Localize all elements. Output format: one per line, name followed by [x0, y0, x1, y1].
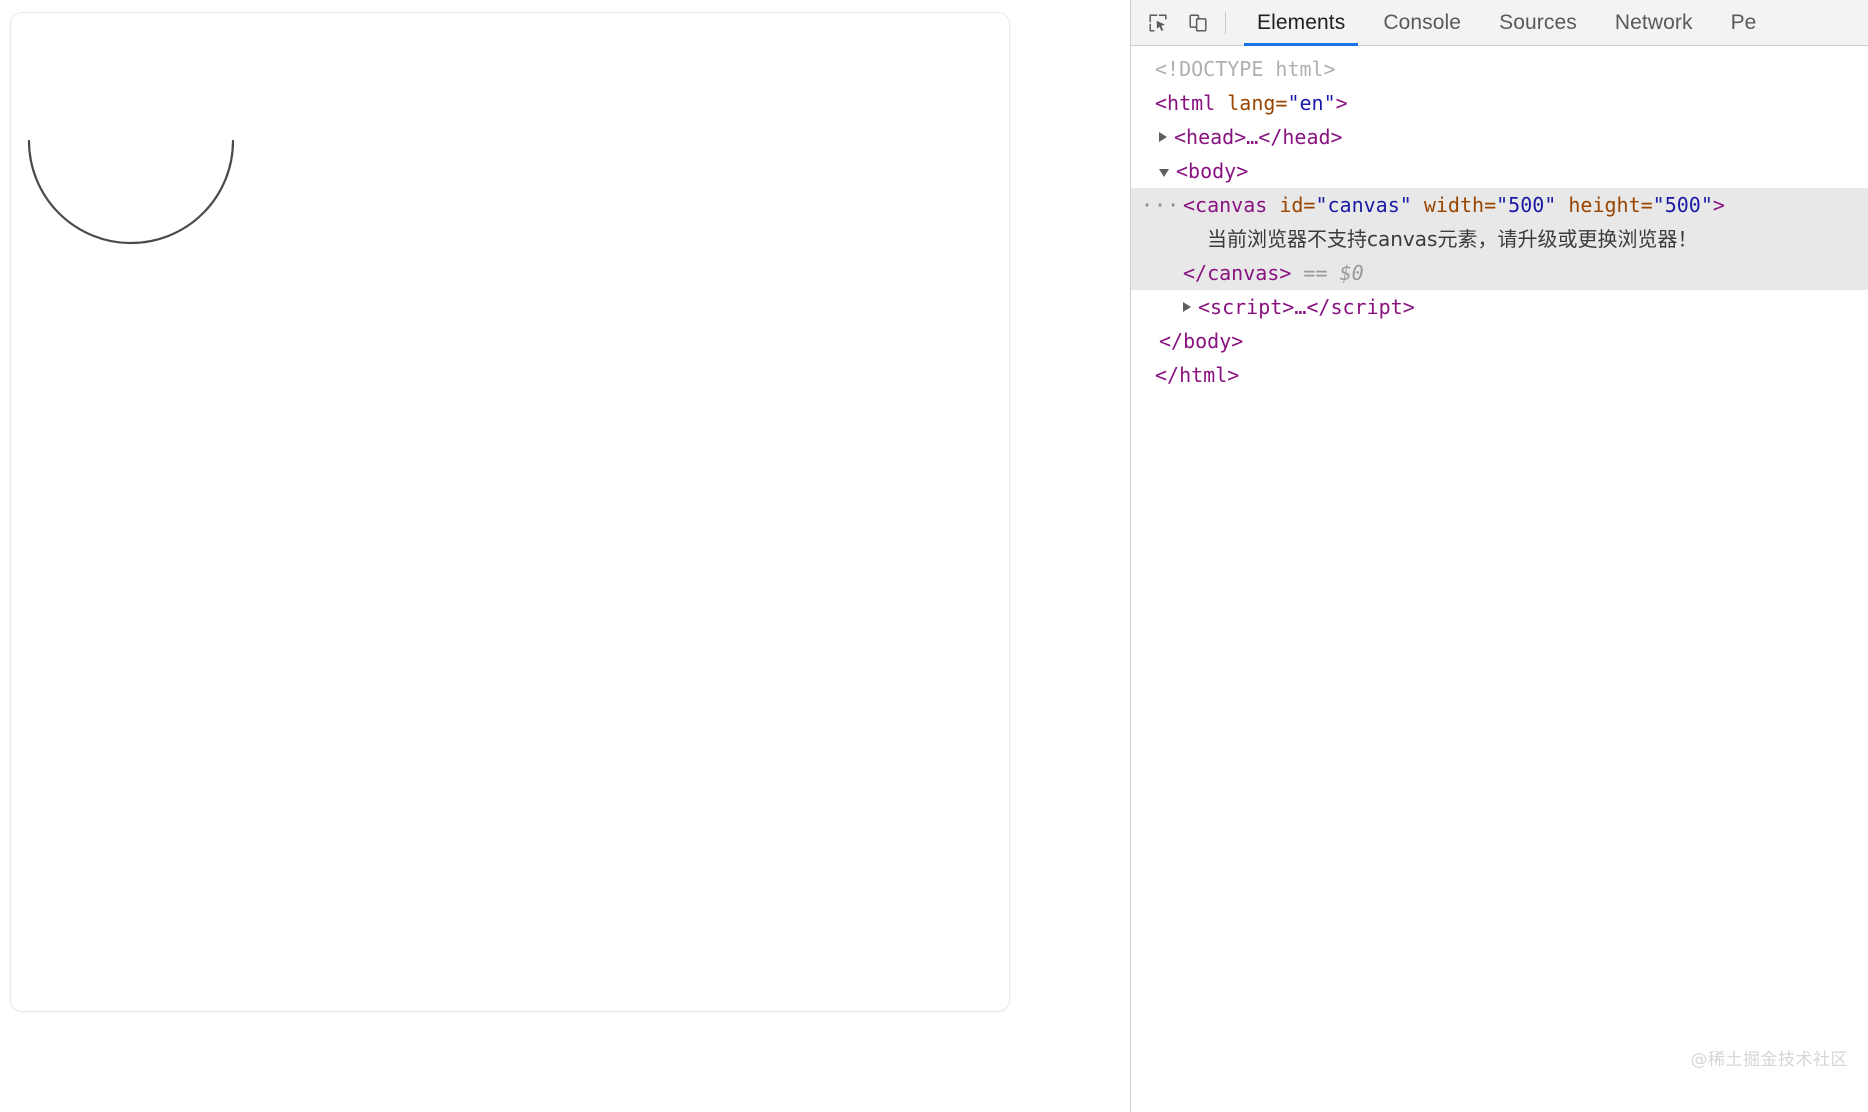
canvas-closing-tag: </canvas> — [1183, 261, 1292, 285]
body-closing-tag: </body> — [1159, 329, 1244, 353]
tab-elements[interactable]: Elements — [1238, 0, 1364, 46]
devtools-toolbar: Elements Console Sources Network Pe — [1131, 0, 1868, 46]
html-close-bracket: > — [1335, 91, 1348, 115]
space-1 — [1412, 193, 1424, 217]
dom-row-body[interactable]: <body> — [1131, 154, 1868, 188]
space-2 — [1556, 193, 1568, 217]
head-line-text: <head>…</head> — [1174, 125, 1343, 149]
canvas-height-value: "500" — [1652, 193, 1713, 217]
dom-row-html-close[interactable]: </html> — [1131, 358, 1868, 392]
canvas-id-attr: id — [1279, 193, 1304, 217]
dom-row-script[interactable]: <script>…</script> — [1131, 290, 1868, 324]
dom-row-head[interactable]: <head>…</head> — [1131, 120, 1868, 154]
dom-row-doctype[interactable]: <!DOCTYPE html> — [1131, 52, 1868, 86]
tab-network[interactable]: Network — [1596, 0, 1712, 46]
selected-node-reference: $0 — [1339, 261, 1364, 285]
canvas-arc-drawing — [27, 139, 235, 245]
dom-row-canvas-open[interactable]: ··· <canvas id="canvas" width="500" heigh… — [1131, 188, 1868, 222]
canvas-width-value: "500" — [1496, 193, 1557, 217]
tab-sources[interactable]: Sources — [1480, 0, 1596, 46]
tab-console[interactable]: Console — [1364, 0, 1480, 46]
canvas-height-attr: height — [1568, 193, 1641, 217]
canvas-fallback-text: 当前浏览器不支持canvas元素，请升级或更换浏览器！ — [1207, 227, 1698, 251]
toolbar-divider — [1225, 11, 1226, 34]
browser-page-viewport — [0, 0, 1130, 1112]
html-lang-value: "en" — [1287, 91, 1336, 115]
dom-row-body-close[interactable]: </body> — [1131, 324, 1868, 358]
devtools-tab-bar: Elements Console Sources Network Pe — [1238, 0, 1775, 46]
device-toolbar-icon[interactable] — [1181, 7, 1215, 39]
selected-node-equals: == — [1303, 261, 1328, 285]
space-4 — [1328, 261, 1340, 285]
chevron-right-icon[interactable] — [1159, 132, 1167, 142]
body-line-text: <body> — [1176, 159, 1249, 183]
equals-sign-width: = — [1484, 193, 1497, 217]
dom-row-html[interactable]: <html lang="en"> — [1131, 86, 1868, 120]
html-open-tag: <html — [1155, 91, 1228, 115]
canvas-open-tag: <canvas — [1183, 193, 1280, 217]
chevron-right-icon-script[interactable] — [1183, 302, 1191, 312]
equals-sign-id: = — [1303, 193, 1316, 217]
dom-row-canvas-text[interactable]: 当前浏览器不支持canvas元素，请升级或更换浏览器！ — [1131, 222, 1868, 256]
more-options-icon[interactable]: ··· — [1141, 195, 1180, 215]
script-line-text: <script>…</script> — [1198, 295, 1415, 319]
dom-row-canvas-close[interactable]: </canvas> == $0 — [1131, 256, 1868, 290]
chevron-down-icon[interactable] — [1159, 169, 1169, 177]
canvas-close-bracket: > — [1712, 193, 1725, 217]
tab-performance[interactable]: Pe — [1712, 0, 1776, 46]
canvas-element[interactable] — [10, 12, 1010, 1012]
dom-tree[interactable]: <!DOCTYPE html> <html lang="en"> <head>…… — [1131, 46, 1868, 1112]
space-3 — [1291, 261, 1303, 285]
canvas-id-value: "canvas" — [1315, 193, 1412, 217]
html-lang-attr: lang — [1227, 91, 1276, 115]
devtools-panel: Elements Console Sources Network Pe <!DO… — [1130, 0, 1868, 1112]
watermark: @稀土掘金技术社区 — [1690, 1050, 1848, 1070]
canvas-width-attr: width — [1423, 193, 1485, 217]
doctype-text: <!DOCTYPE html> — [1155, 57, 1336, 81]
inspect-element-icon[interactable] — [1141, 7, 1175, 39]
equals-sign-height: = — [1640, 193, 1653, 217]
equals-sign: = — [1275, 91, 1288, 115]
html-closing-tag: </html> — [1155, 363, 1240, 387]
